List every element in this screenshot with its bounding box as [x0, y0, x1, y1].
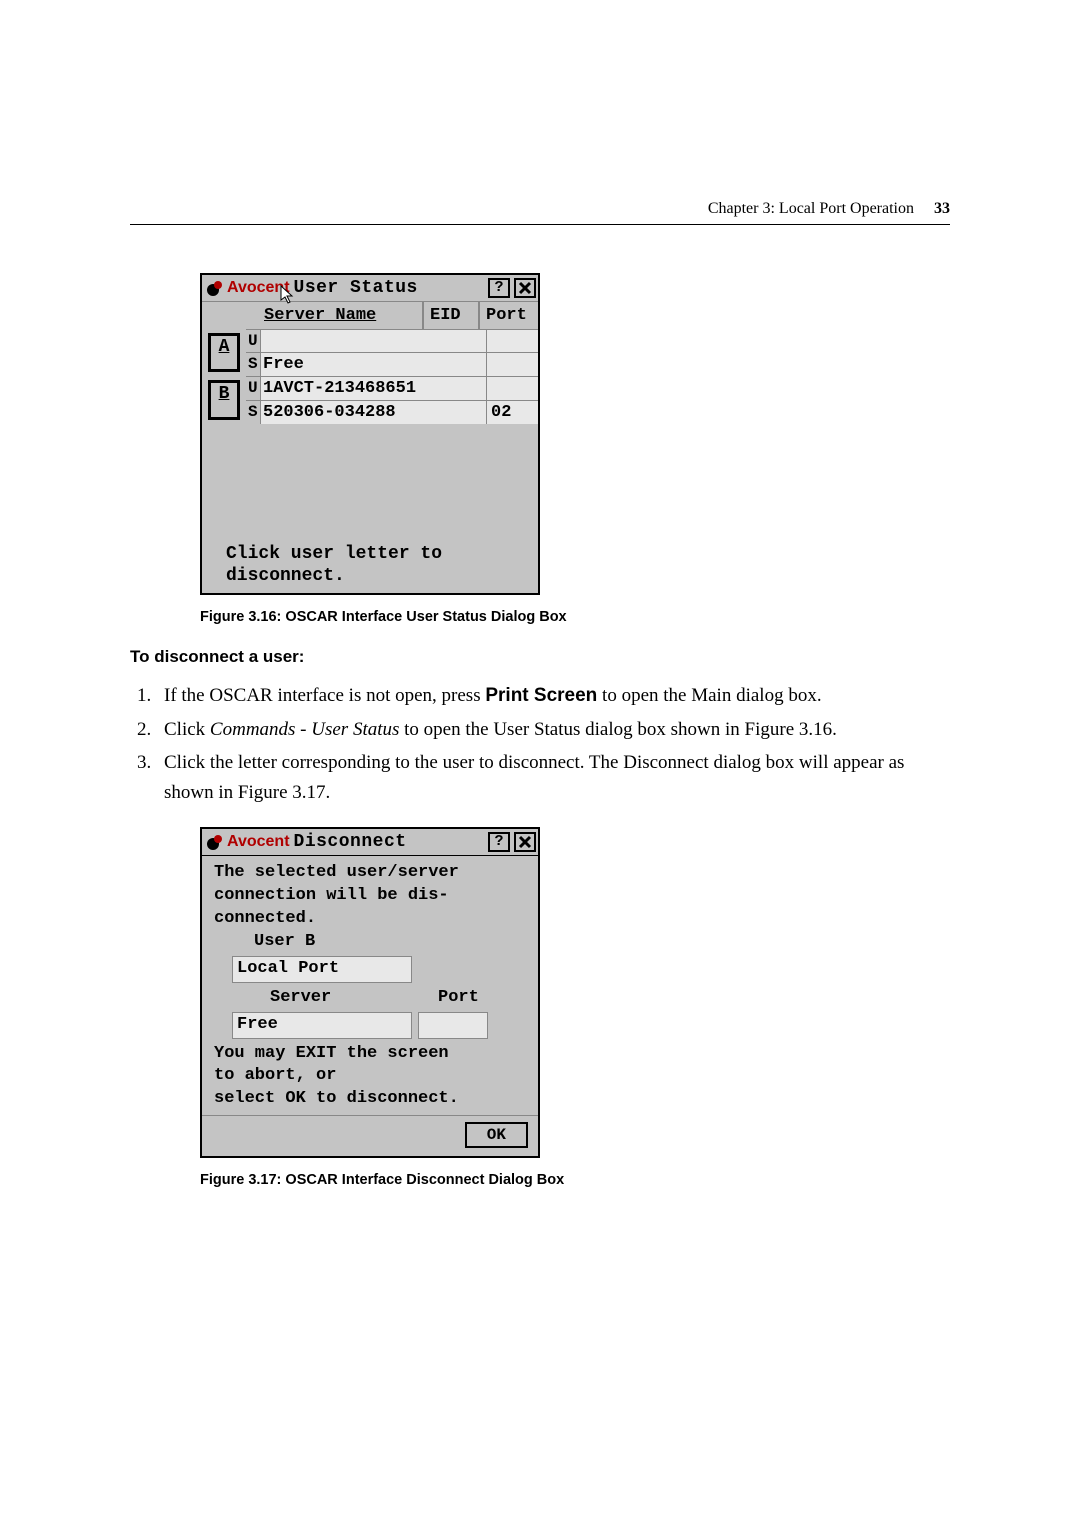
- page-header: Chapter 3: Local Port Operation 33: [130, 200, 950, 225]
- brand-icon: [206, 279, 224, 297]
- section-subhead: To disconnect a user:: [130, 647, 950, 667]
- close-icon: [516, 835, 534, 849]
- chapter-label: Chapter 3: Local Port Operation: [708, 200, 914, 217]
- row-b-s-value: 520306-034288: [260, 401, 486, 424]
- brand-logo: Avocent: [206, 833, 290, 851]
- help-button[interactable]: ?: [488, 278, 510, 298]
- row-a-u-value: [260, 330, 486, 352]
- close-button[interactable]: [514, 278, 536, 298]
- server-label: Server: [214, 987, 438, 1010]
- dialog-titlebar: Avocent Disconnect ?: [202, 829, 538, 855]
- row-s-label: S: [246, 401, 260, 424]
- table-header: Server Name EID Port: [202, 301, 538, 329]
- instruction-list: If the OSCAR interface is not open, pres…: [130, 681, 950, 807]
- key-print-screen: Print Screen: [485, 685, 597, 706]
- user-letter-b[interactable]: B: [208, 380, 240, 420]
- close-button[interactable]: [514, 832, 536, 852]
- row-u-label: U: [246, 377, 260, 400]
- msg-line: to abort, or: [214, 1065, 528, 1088]
- ok-button[interactable]: OK: [465, 1122, 528, 1148]
- brand-icon: [206, 833, 224, 851]
- list-item: Click the letter corresponding to the us…: [156, 748, 950, 807]
- disconnect-dialog: Avocent Disconnect ? The selected user/s…: [200, 827, 540, 1158]
- row-u-label: U: [246, 330, 260, 352]
- msg-line: You may EXIT the screen: [214, 1043, 528, 1066]
- port-field: [418, 1012, 488, 1039]
- table-row: A U S Free: [202, 329, 538, 376]
- msg-line: select OK to disconnect.: [214, 1088, 528, 1111]
- row-b-u-value: 1AVCT-213468651: [260, 377, 486, 400]
- dialog-titlebar: Avocent User Status ?: [202, 275, 538, 301]
- figure-caption-317: Figure 3.17: OSCAR Interface Disconnect …: [200, 1172, 950, 1188]
- user-label: User B: [214, 931, 528, 954]
- page-number: 33: [934, 200, 950, 217]
- dialog-hint: Click user letter to disconnect.: [202, 544, 538, 593]
- row-a-s-port: [486, 353, 538, 376]
- brand-logo: Avocent: [206, 279, 290, 297]
- msg-line: connection will be dis-: [214, 885, 528, 908]
- msg-line: connected.: [214, 908, 528, 931]
- col-port[interactable]: Port: [478, 302, 538, 329]
- port-label: Port: [438, 987, 528, 1010]
- row-a-u-port: [486, 330, 538, 352]
- menu-path: Commands - User Status: [210, 719, 399, 740]
- row-b-s-port: 02: [486, 401, 538, 424]
- user-letter-a[interactable]: A: [208, 333, 240, 372]
- brand-text: Avocent: [227, 279, 290, 297]
- row-s-label: S: [246, 353, 260, 376]
- list-item: Click Commands - User Status to open the…: [156, 715, 950, 744]
- list-item: If the OSCAR interface is not open, pres…: [156, 681, 950, 710]
- help-button[interactable]: ?: [488, 832, 510, 852]
- brand-text: Avocent: [227, 833, 290, 851]
- user-field: Local Port: [232, 956, 412, 983]
- col-server-name[interactable]: Server Name: [262, 302, 422, 329]
- table-row: B U 1AVCT-213468651 S 520306-034288 02: [202, 376, 538, 424]
- user-status-dialog: Avocent User Status ? Server: [200, 273, 540, 595]
- col-eid[interactable]: EID: [422, 302, 478, 329]
- row-b-u-port: [486, 377, 538, 400]
- dialog-title: User Status: [294, 278, 418, 298]
- server-field: Free: [232, 1012, 412, 1039]
- msg-line: The selected user/server: [214, 862, 528, 885]
- close-icon: [516, 281, 534, 295]
- row-a-s-value: Free: [260, 353, 486, 376]
- figure-caption-316: Figure 3.16: OSCAR Interface User Status…: [200, 609, 950, 625]
- dialog-title: Disconnect: [294, 832, 407, 852]
